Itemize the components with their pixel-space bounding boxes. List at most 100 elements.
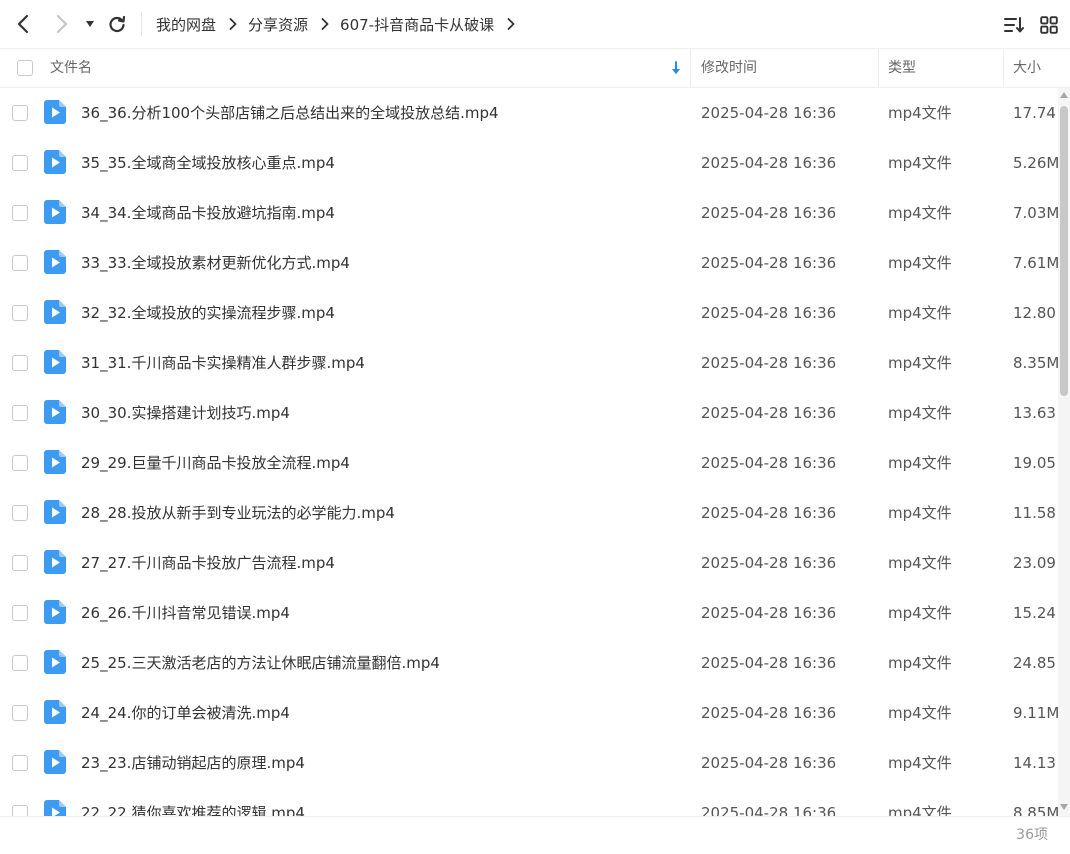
table-row[interactable]: 23_23.店铺动销起店的原理.mp4 2025-04-28 16:36 mp4文件… — [0, 738, 1058, 788]
file-name[interactable]: 29_29.巨量千川商品卡投放全流程.mp4 — [81, 438, 350, 488]
column-divider[interactable] — [690, 49, 691, 87]
grid-view-button[interactable] — [1036, 12, 1062, 38]
column-header-modified[interactable]: 修改时间 — [701, 49, 757, 87]
file-name[interactable]: 22_22.猜你喜欢推荐的逻辑.mp4 — [81, 788, 305, 816]
row-checkbox[interactable] — [12, 805, 28, 816]
video-file-icon — [44, 300, 66, 324]
video-file-icon — [44, 450, 66, 474]
video-file-icon — [44, 200, 66, 224]
row-checkbox[interactable] — [12, 755, 28, 771]
table-row[interactable]: 34_34.全域商品卡投放避坑指南.mp4 2025-04-28 16:36 mp4… — [0, 188, 1058, 238]
file-size: 14.13 — [1013, 754, 1056, 772]
forward-button[interactable] — [48, 10, 76, 38]
chevron-left-icon — [17, 14, 29, 34]
row-checkbox[interactable] — [12, 705, 28, 721]
file-name[interactable]: 36_36.分析100个头部店铺之后总结出来的全域投放总结.mp4 — [81, 88, 499, 138]
row-checkbox[interactable] — [12, 605, 28, 621]
row-checkbox[interactable] — [12, 655, 28, 671]
file-name[interactable]: 34_34.全域商品卡投放避坑指南.mp4 — [81, 188, 335, 238]
breadcrumb-item-shared[interactable]: 分享资源 — [248, 14, 308, 35]
row-checkbox[interactable] — [12, 505, 28, 521]
table-row[interactable]: 22_22.猜你喜欢推荐的逻辑.mp4 2025-04-28 16:36 mp4文件… — [0, 788, 1058, 816]
file-name[interactable]: 35_35.全域商全域投放核心重点.mp4 — [81, 138, 335, 188]
file-size: 24.85 — [1013, 654, 1056, 672]
file-name[interactable]: 31_31.千川商品卡实操精准人群步骤.mp4 — [81, 338, 365, 388]
file-size: 5.26M — [1013, 154, 1058, 172]
refresh-button[interactable] — [103, 10, 131, 38]
vertical-scrollbar[interactable] — [1058, 88, 1070, 816]
file-type: mp4文件 — [888, 804, 952, 816]
column-header-size[interactable]: 大小 — [1013, 49, 1041, 87]
table-row[interactable]: 27_27.千川商品卡投放广告流程.mp4 2025-04-28 16:36 mp4… — [0, 538, 1058, 588]
file-name[interactable]: 24_24.你的订单会被清洗.mp4 — [81, 688, 290, 738]
row-checkbox[interactable] — [12, 555, 28, 571]
table-row[interactable]: 30_30.实操搭建计划技巧.mp4 2025-04-28 16:36 mp4文件 1… — [0, 388, 1058, 438]
history-dropdown-button[interactable] — [78, 10, 102, 38]
row-checkbox[interactable] — [12, 255, 28, 271]
table-row[interactable]: 28_28.投放从新手到专业玩法的必学能力.mp4 2025-04-28 16:3… — [0, 488, 1058, 538]
scroll-up-arrow-icon[interactable] — [1060, 92, 1068, 98]
file-name[interactable]: 33_33.全域投放素材更新优化方式.mp4 — [81, 238, 350, 288]
video-file-icon — [44, 550, 66, 574]
table-row[interactable]: 29_29.巨量千川商品卡投放全流程.mp4 2025-04-28 16:36 mp… — [0, 438, 1058, 488]
grid-icon — [1040, 16, 1058, 34]
file-modified-time: 2025-04-28 16:36 — [701, 404, 837, 422]
file-modified-time: 2025-04-28 16:36 — [701, 754, 837, 772]
table-row[interactable]: 35_35.全域商全域投放核心重点.mp4 2025-04-28 16:36 mp4… — [0, 138, 1058, 188]
status-bar: 36项 — [0, 816, 1070, 854]
row-checkbox[interactable] — [12, 405, 28, 421]
file-type: mp4文件 — [888, 254, 952, 272]
file-size: 13.63 — [1013, 404, 1056, 422]
file-name[interactable]: 28_28.投放从新手到专业玩法的必学能力.mp4 — [81, 488, 395, 538]
column-header-name[interactable]: 文件名 — [50, 49, 92, 87]
row-checkbox[interactable] — [12, 455, 28, 471]
row-checkbox[interactable] — [12, 155, 28, 171]
select-all-checkbox[interactable] — [17, 60, 33, 76]
file-size: 19.05 — [1013, 454, 1056, 472]
chevron-right-icon — [229, 18, 237, 30]
video-file-icon — [44, 700, 66, 724]
back-button[interactable] — [9, 10, 37, 38]
file-type: mp4文件 — [888, 604, 952, 622]
scrollbar-thumb[interactable] — [1060, 106, 1068, 396]
row-checkbox[interactable] — [12, 205, 28, 221]
file-size: 15.24 — [1013, 604, 1056, 622]
file-size: 12.80 — [1013, 304, 1056, 322]
table-row[interactable]: 24_24.你的订单会被清洗.mp4 2025-04-28 16:36 mp4文件 9… — [0, 688, 1058, 738]
caret-down-icon — [86, 21, 94, 27]
file-name[interactable]: 32_32.全域投放的实操流程步骤.mp4 — [81, 288, 335, 338]
table-row[interactable]: 31_31.千川商品卡实操精准人群步骤.mp4 2025-04-28 16:36 m… — [0, 338, 1058, 388]
file-name[interactable]: 23_23.店铺动销起店的原理.mp4 — [81, 738, 305, 788]
row-checkbox[interactable] — [12, 305, 28, 321]
breadcrumb-item-my-drive[interactable]: 我的网盘 — [156, 14, 216, 35]
column-header-type[interactable]: 类型 — [888, 49, 916, 87]
file-name[interactable]: 25_25.三天激活老店的方法让休眠店铺流量翻倍.mp4 — [81, 638, 440, 688]
file-name[interactable]: 30_30.实操搭建计划技巧.mp4 — [81, 388, 290, 438]
table-row[interactable]: 32_32.全域投放的实操流程步骤.mp4 2025-04-28 16:36 mp4… — [0, 288, 1058, 338]
video-file-icon — [44, 600, 66, 624]
file-modified-time: 2025-04-28 16:36 — [701, 454, 837, 472]
breadcrumb: 我的网盘 分享资源 607-抖音商品卡从破课 — [156, 0, 526, 48]
breadcrumb-item-current-folder[interactable]: 607-抖音商品卡从破课 — [340, 14, 494, 35]
scroll-down-arrow-icon[interactable] — [1060, 804, 1068, 810]
sort-button[interactable] — [1001, 12, 1027, 38]
table-row[interactable]: 26_26.千川抖音常见错误.mp4 2025-04-28 16:36 mp4文件 1… — [0, 588, 1058, 638]
file-type: mp4文件 — [888, 704, 952, 722]
table-row[interactable]: 33_33.全域投放素材更新优化方式.mp4 2025-04-28 16:36 mp… — [0, 238, 1058, 288]
file-name[interactable]: 27_27.千川商品卡投放广告流程.mp4 — [81, 538, 335, 588]
column-divider[interactable] — [1003, 49, 1004, 87]
file-type: mp4文件 — [888, 354, 952, 372]
row-checkbox[interactable] — [12, 355, 28, 371]
file-modified-time: 2025-04-28 16:36 — [701, 804, 837, 816]
file-name[interactable]: 26_26.千川抖音常见错误.mp4 — [81, 588, 290, 638]
column-divider[interactable] — [878, 49, 879, 87]
file-modified-time: 2025-04-28 16:36 — [701, 604, 837, 622]
table-row[interactable]: 36_36.分析100个头部店铺之后总结出来的全域投放总结.mp4 2025-04… — [0, 88, 1058, 138]
table-row[interactable]: 25_25.三天激活老店的方法让休眠店铺流量翻倍.mp4 2025-04-28 1… — [0, 638, 1058, 688]
video-file-icon — [44, 800, 66, 816]
file-type: mp4文件 — [888, 304, 952, 322]
file-size: 7.61M — [1013, 254, 1058, 272]
video-file-icon — [44, 500, 66, 524]
file-modified-time: 2025-04-28 16:36 — [701, 504, 837, 522]
row-checkbox[interactable] — [12, 105, 28, 121]
